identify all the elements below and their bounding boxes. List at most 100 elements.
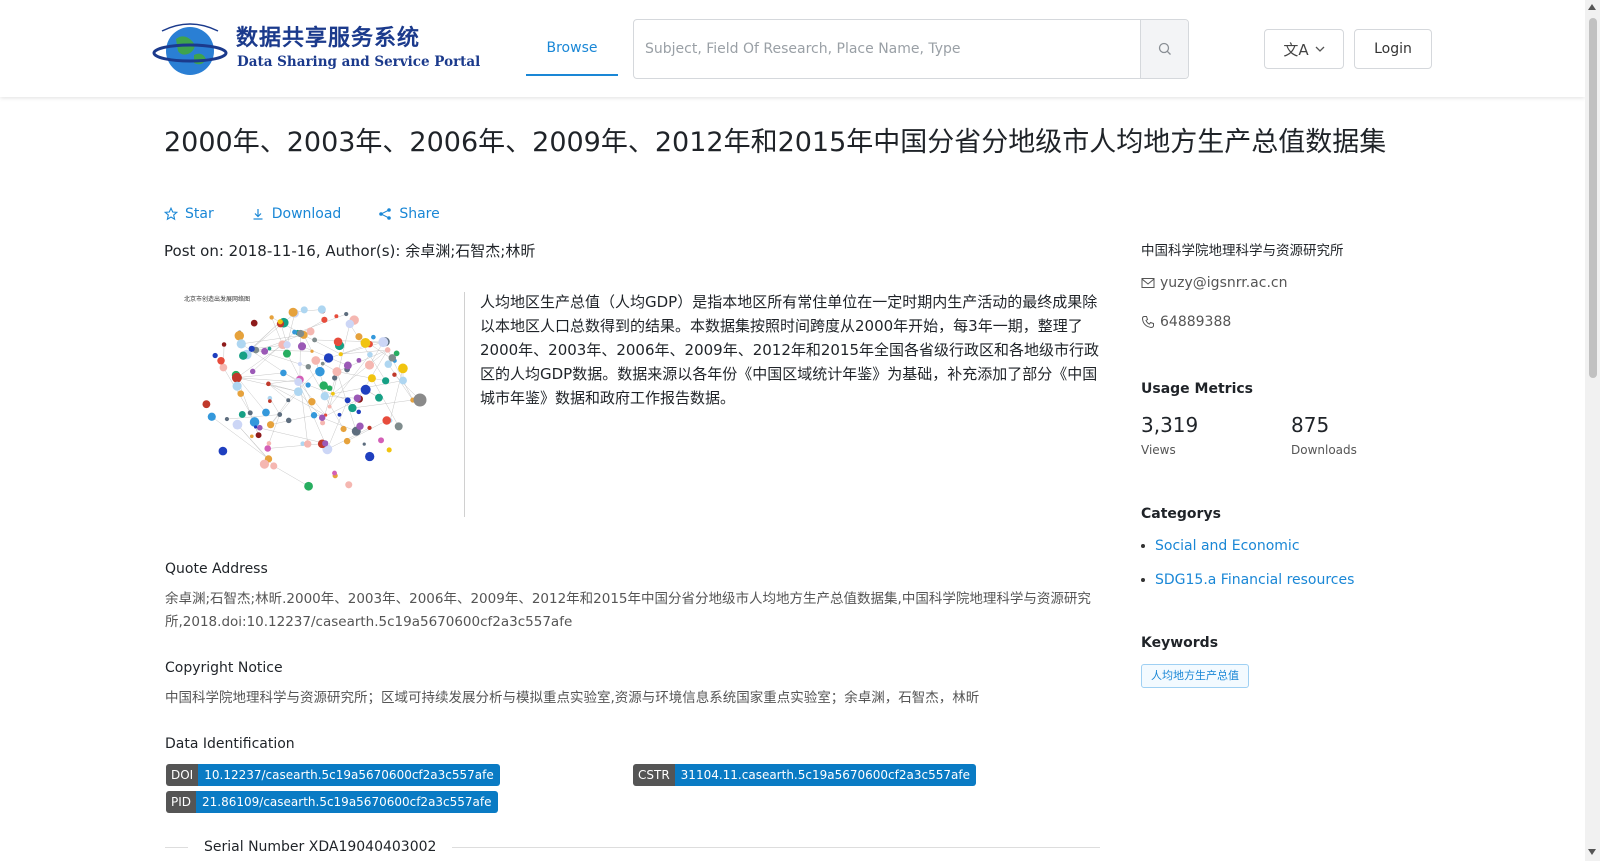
graph-node	[378, 437, 385, 444]
graph-node	[217, 356, 225, 365]
graph-node	[232, 381, 242, 391]
graph-node	[362, 442, 366, 446]
figure-divider	[464, 292, 465, 517]
graph-node	[334, 314, 339, 319]
graph-node	[212, 352, 218, 359]
graph-node	[321, 316, 328, 323]
dataset-title: 2000年、2003年、2006年、2009年、2012年和2015年中国分省分…	[164, 127, 1387, 158]
graph-node	[388, 354, 397, 362]
graph-edge	[297, 313, 347, 333]
graph-node	[311, 356, 321, 365]
graph-edge	[237, 424, 269, 460]
graph-node	[308, 398, 316, 406]
graph-node	[249, 434, 254, 439]
graph-node	[332, 470, 337, 476]
dataset-description: 人均地区生产总值（人均GDP）是指本地区所有常住单位在一定时期内生产活动的最终成…	[480, 293, 1100, 407]
graph-node	[238, 411, 246, 418]
categories-title: Categorys	[1141, 506, 1221, 522]
downloads-label: Downloads	[1291, 443, 1357, 457]
graph-node	[305, 363, 312, 370]
graph-node	[232, 419, 243, 430]
phone-icon	[1141, 316, 1154, 329]
graph-node	[250, 319, 258, 327]
language-switcher[interactable]: 文A	[1264, 29, 1344, 69]
copyright-text: 中国科学院地理科学与资源研究所；区域可持续发展分析与模拟重点实验室,资源与环境信…	[165, 690, 980, 706]
graph-node	[345, 319, 355, 329]
category-link-sdg15a[interactable]: SDG15.a Financial resources	[1141, 572, 1354, 588]
logo-chinese-text: 数据共享服务系统	[236, 26, 421, 51]
site-logo[interactable]: 数据共享服务系统 Data Sharing and Service Portal	[152, 18, 480, 80]
graph-node	[239, 351, 248, 360]
download-button[interactable]: Download	[251, 206, 341, 222]
graph-node	[320, 420, 326, 426]
graph-node	[319, 381, 328, 390]
share-button[interactable]: Share	[378, 206, 440, 222]
page-scrollbar[interactable]	[1585, 0, 1600, 861]
translate-icon: 文A	[1283, 40, 1309, 59]
graph-node	[320, 361, 325, 366]
pid-value: 21.86109/casearth.5c19a5670600cf2a3c557a…	[196, 791, 498, 813]
graph-edge	[286, 313, 295, 345]
login-button[interactable]: Login	[1354, 29, 1432, 69]
cstr-key: CSTR	[633, 764, 675, 786]
graph-edge	[268, 414, 280, 444]
search-button[interactable]	[1140, 20, 1188, 78]
nav-browse-tab[interactable]: Browse	[526, 28, 618, 76]
graph-edge	[314, 339, 384, 343]
graph-node	[340, 425, 347, 433]
scroll-down-arrow[interactable]	[1588, 849, 1596, 855]
doi-badge[interactable]: DOI 10.12237/casearth.5c19a5670600cf2a3c…	[166, 764, 500, 786]
star-icon	[164, 207, 178, 221]
graph-edge	[340, 349, 388, 355]
chevron-down-icon	[1315, 46, 1325, 52]
email-text: yuzy@igsnrr.ac.cn	[1160, 275, 1288, 291]
graph-node	[247, 410, 253, 416]
category-link-social-economic[interactable]: Social and Economic	[1141, 538, 1300, 554]
keywords-title: Keywords	[1141, 635, 1219, 651]
scroll-thumb[interactable]	[1589, 18, 1597, 378]
post-info: Post on: 2018-11-16, Author(s): 余卓渊;石智杰;…	[164, 242, 536, 260]
graph-node	[360, 337, 371, 348]
doi-key: DOI	[166, 764, 199, 786]
graph-node	[292, 329, 297, 335]
thumbnail-caption: 北京市创造出发展网络图	[184, 295, 250, 303]
graph-node	[248, 345, 255, 352]
star-button[interactable]: Star	[164, 206, 214, 222]
graph-node	[398, 363, 408, 374]
graph-node	[219, 363, 228, 372]
graph-node	[253, 425, 258, 429]
contact-phone: 64889388	[1141, 314, 1231, 330]
phone-text: 64889388	[1160, 314, 1232, 330]
graph-node	[356, 409, 361, 415]
graph-node	[297, 362, 302, 367]
pid-badge[interactable]: PID 21.86109/casearth.5c19a5670600cf2a3c…	[166, 791, 498, 813]
graph-node	[266, 441, 272, 446]
graph-edge	[332, 323, 351, 394]
organization-name: 中国科学院地理科学与资源研究所	[1141, 243, 1344, 259]
dataset-thumbnail-network-graph: 北京市创造出发展网络图	[184, 295, 427, 491]
graph-node	[269, 315, 274, 320]
share-icon	[379, 208, 392, 220]
graph-node	[277, 319, 283, 325]
graph-node	[294, 377, 303, 386]
scroll-up-arrow[interactable]	[1588, 4, 1596, 10]
graph-edge	[299, 333, 301, 380]
cstr-badge[interactable]: CSTR 31104.11.casearth.5c19a5670600cf2a3…	[633, 764, 976, 786]
graph-node	[283, 341, 291, 349]
search-box	[633, 19, 1189, 79]
graph-node	[304, 481, 313, 491]
graph-node	[356, 422, 364, 430]
graph-node	[202, 400, 211, 409]
graph-node	[312, 337, 318, 343]
graph-node	[282, 349, 291, 358]
share-label: Share	[399, 206, 440, 222]
mail-icon	[1141, 278, 1155, 288]
cstr-value: 31104.11.casearth.5c19a5670600cf2a3c557a…	[674, 764, 976, 786]
graph-node	[231, 372, 242, 383]
search-input[interactable]	[634, 20, 1141, 78]
graph-node	[267, 421, 275, 429]
keyword-tag[interactable]: 人均地方生产总值	[1141, 664, 1249, 688]
graph-node	[249, 417, 260, 427]
graph-node	[323, 353, 334, 363]
graph-node	[348, 403, 357, 413]
